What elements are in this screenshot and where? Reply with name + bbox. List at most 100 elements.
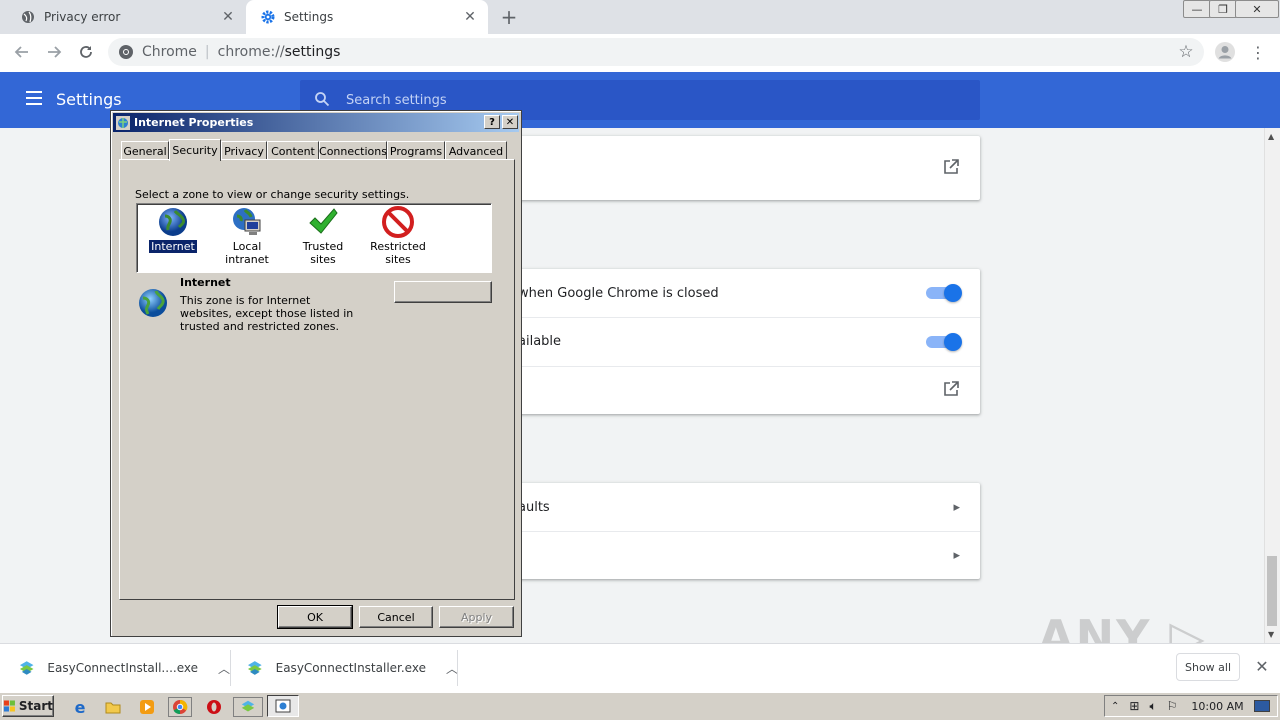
show-desktop-icon[interactable]	[1253, 700, 1270, 712]
download-item[interactable]: EasyConnectInstall....exe ︿	[0, 644, 230, 692]
zone-local-intranet[interactable]: Local intranet	[211, 206, 283, 266]
zone-trusted-sites[interactable]: Trusted sites	[287, 206, 359, 266]
system-tray: ⌃ ⊞ 🔈︎ ⚐ 10:00 AM	[1104, 695, 1278, 717]
internet-options-icon	[116, 115, 130, 130]
close-tab-icon[interactable]: ✕	[462, 9, 478, 25]
dialog-title-bar[interactable]: Internet Properties ? ✕	[113, 113, 519, 132]
restore-button[interactable]: ❐	[1209, 0, 1237, 18]
tab-title: Privacy error	[44, 10, 121, 24]
ok-button[interactable]: OK	[277, 605, 353, 629]
sites-button[interactable]	[394, 281, 492, 303]
tab-advanced[interactable]: Advanced	[445, 141, 507, 160]
windows-logo-icon	[3, 700, 15, 712]
row-label: ailable	[518, 334, 562, 349]
volume-icon[interactable]: 🔈︎	[1149, 699, 1156, 714]
tab-privacy-error[interactable]: Privacy error ✕	[0, 0, 246, 34]
internet-options-taskbar-icon[interactable]	[267, 695, 299, 717]
menu-kebab-icon[interactable]: ⋮	[1250, 42, 1266, 62]
zone-description: This zone is for Internet websites, exce…	[180, 294, 354, 333]
open-external-icon[interactable]	[942, 158, 960, 179]
hamburger-menu-icon[interactable]	[24, 88, 44, 108]
close-tab-icon[interactable]: ✕	[220, 9, 236, 25]
tab-privacy[interactable]: Privacy	[221, 141, 267, 160]
zone-list[interactable]: Internet Local intranet Trusted sites Re…	[136, 203, 492, 273]
scroll-up-icon[interactable]: ▲	[1268, 132, 1274, 141]
downloads-bar: EasyConnectInstall....exe ︿ EasyConnectI…	[0, 643, 1280, 692]
gear-icon	[260, 9, 276, 25]
reload-button[interactable]	[75, 41, 97, 63]
start-label: Start	[18, 699, 53, 713]
tab-programs[interactable]: Programs	[387, 141, 445, 160]
hardware-accel-toggle[interactable]	[926, 332, 962, 351]
globe-icon	[20, 9, 36, 25]
zone-label: Internet	[148, 239, 198, 254]
tray-expand-icon[interactable]: ⌃	[1111, 701, 1119, 712]
folder-icon[interactable]	[103, 697, 123, 717]
tab-general[interactable]: General	[121, 141, 169, 160]
show-all-button[interactable]: Show all	[1176, 653, 1240, 681]
divider	[457, 650, 458, 686]
profile-avatar[interactable]	[1214, 41, 1236, 63]
row-label: when Google Chrome is closed	[518, 285, 719, 301]
tab-strip: Privacy error ✕ Settings ✕ + — ❐ ✕	[0, 0, 1280, 34]
zone-label: Restricted sites	[370, 240, 426, 266]
zone-label: Local intranet	[225, 240, 269, 266]
intranet-icon	[233, 208, 261, 235]
tab-connections[interactable]: Connections	[319, 141, 387, 160]
globe-icon	[159, 208, 187, 236]
close-button[interactable]: ✕	[502, 115, 518, 129]
download-item[interactable]: EasyConnectInstaller.exe ︿	[228, 644, 458, 692]
background-apps-toggle[interactable]	[926, 284, 962, 302]
reload-icon	[80, 46, 92, 58]
chrome-taskbar-icon[interactable]	[168, 697, 192, 717]
installer-taskbar-icon[interactable]	[233, 697, 263, 717]
network-icon[interactable]: ⊞	[1129, 699, 1139, 713]
new-tab-button[interactable]: +	[498, 5, 520, 29]
dialog-title: Internet Properties	[134, 116, 254, 129]
zone-heading: Internet	[180, 276, 231, 289]
help-button[interactable]: ?	[484, 115, 500, 129]
globe-icon	[139, 289, 167, 317]
tab-security[interactable]: Security	[169, 139, 221, 161]
zone-label: Trusted sites	[302, 240, 344, 266]
checkmark-icon	[309, 208, 338, 234]
download-filename: EasyConnectInstall....exe	[47, 661, 198, 675]
tab-title: Settings	[284, 10, 334, 24]
zone-internet[interactable]: Internet	[137, 206, 209, 254]
ie-icon[interactable]: e	[70, 697, 90, 717]
cancel-button[interactable]: Cancel	[359, 606, 433, 628]
installer-icon	[19, 661, 34, 675]
opera-icon[interactable]	[204, 697, 224, 717]
zone-restricted-sites[interactable]: Restricted sites	[362, 206, 434, 266]
restricted-icon	[382, 206, 414, 238]
back-button[interactable]	[11, 41, 33, 63]
arrow-right-icon: ▸	[953, 548, 960, 563]
row-label: aults	[518, 499, 550, 515]
forward-button[interactable]	[43, 41, 65, 63]
site-chip: Chrome	[142, 44, 197, 60]
open-external-icon[interactable]	[942, 380, 960, 402]
url-text: chrome://settings	[217, 44, 341, 60]
tab-settings[interactable]: Settings ✕	[246, 0, 488, 34]
clock: 10:00 AM	[1191, 699, 1244, 713]
minimize-button[interactable]: —	[1183, 0, 1211, 18]
address-bar[interactable]: Chrome | chrome://settings	[108, 38, 1204, 66]
installer-icon	[247, 661, 262, 675]
taskbar	[0, 692, 1280, 720]
start-button[interactable]: Start	[2, 695, 54, 717]
arrow-right-icon	[48, 46, 62, 58]
close-icon[interactable]: ✕	[1254, 657, 1270, 676]
flag-icon[interactable]: ⚐	[1167, 699, 1178, 713]
apply-button[interactable]: Apply	[439, 606, 514, 628]
search-icon	[314, 91, 330, 110]
search-input[interactable]	[344, 91, 848, 109]
internet-properties-dialog: Internet Properties ? ✕ General Security…	[110, 110, 522, 637]
chrome-icon	[118, 44, 134, 60]
close-window-button[interactable]: ✕	[1235, 0, 1279, 18]
media-player-icon[interactable]	[137, 697, 157, 717]
download-filename: EasyConnectInstaller.exe	[275, 661, 426, 675]
bookmark-star-icon[interactable]: ☆	[1176, 42, 1196, 62]
arrow-left-icon	[14, 46, 28, 58]
tab-content[interactable]: Content	[267, 141, 319, 160]
zone-prompt: Select a zone to view or change security…	[135, 188, 410, 201]
